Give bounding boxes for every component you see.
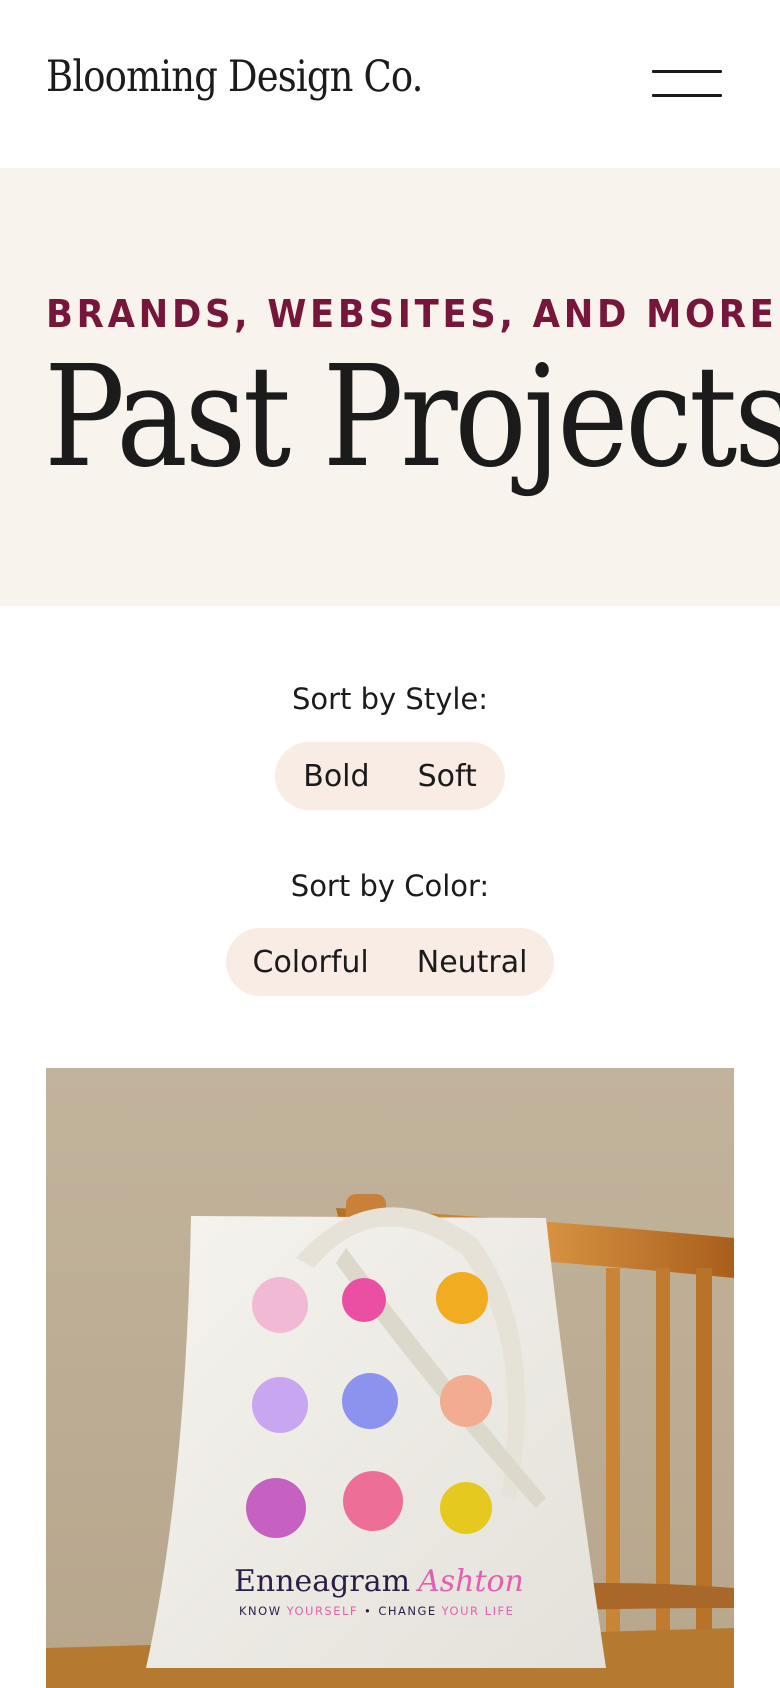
flower-shape: [436, 1272, 488, 1324]
flower-shape: [342, 1278, 386, 1322]
chair-spindle: [696, 1268, 712, 1688]
bag-brand-text: Enneagram Ashton: [234, 1564, 524, 1599]
site-title[interactable]: Blooming Design Co.: [46, 52, 423, 102]
flower-shape: [252, 1277, 308, 1333]
filter-neutral-button[interactable]: Neutral: [417, 945, 528, 980]
hero-section: BRANDS, WEBSITES, AND MORE Past Projects: [0, 168, 780, 606]
menu-line: [652, 94, 722, 97]
project-card[interactable]: Enneagram Ashton KNOW YOURSELF • CHANGE YOUR …: [46, 1068, 734, 1688]
flower-shape: [440, 1482, 492, 1534]
filter-colorful-button[interactable]: Colorful: [253, 945, 369, 980]
flower-shape: [252, 1377, 308, 1433]
filter-soft-button[interactable]: Soft: [418, 759, 477, 794]
color-filter-group: Colorful Neutral: [226, 928, 554, 996]
sort-style-label: Sort by Style:: [291, 682, 489, 716]
style-filter-group: Bold Soft: [275, 742, 505, 810]
chair-spindle: [656, 1268, 670, 1688]
hamburger-menu-icon[interactable]: [652, 68, 722, 98]
flower-shape: [343, 1471, 403, 1531]
menu-line: [652, 70, 722, 73]
chair-spindle: [606, 1268, 620, 1688]
sort-color-label: Sort by Color:: [290, 869, 490, 903]
hero-eyebrow: BRANDS, WEBSITES, AND MORE: [46, 292, 778, 336]
site-header: Blooming Design Co.: [0, 0, 780, 168]
filter-bold-button[interactable]: Bold: [303, 759, 369, 794]
flower-shape: [342, 1373, 398, 1429]
tote-bag-on-chair-photo: Enneagram Ashton KNOW YOURSELF • CHANGE YOUR …: [46, 1068, 734, 1688]
flower-shape: [246, 1478, 306, 1538]
page-title: Past Projects: [44, 336, 780, 499]
flower-shape: [440, 1375, 492, 1427]
